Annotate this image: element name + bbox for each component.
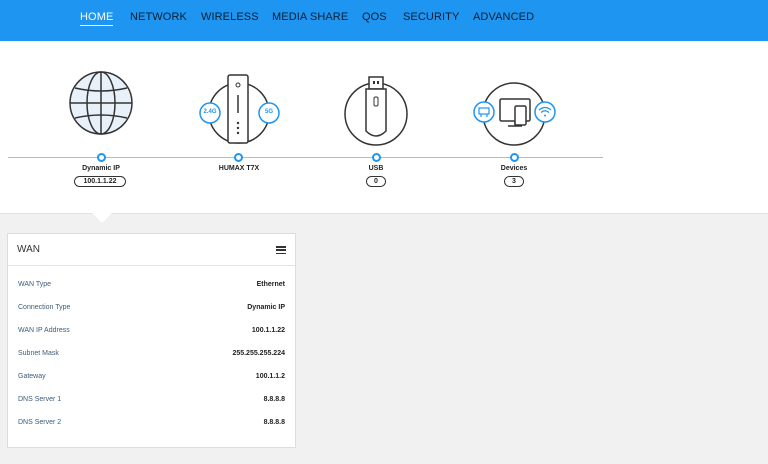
- devices-count-badge: 3: [504, 176, 524, 187]
- nav-qos[interactable]: QOS: [362, 11, 387, 23]
- wan-ip-badge: 100.1.1.22: [74, 176, 126, 187]
- nav-wireless[interactable]: WIRELESS: [201, 11, 259, 23]
- internet-node-dot: [97, 153, 106, 162]
- wan-panel-title: WAN: [17, 244, 40, 255]
- nav-home[interactable]: HOME: [80, 11, 114, 26]
- nav-security[interactable]: SECURITY: [403, 11, 459, 23]
- globe-icon[interactable]: [68, 70, 134, 136]
- nav-advanced[interactable]: ADVANCED: [473, 11, 534, 23]
- dns-server-2-value: 8.8.8.8: [263, 419, 285, 426]
- devices-label: Devices: [500, 165, 528, 172]
- nav-media-share[interactable]: MEDIA SHARE: [272, 11, 348, 23]
- wan-type-value: Ethernet: [256, 281, 285, 288]
- wan-panel: WAN WAN Type Ethernet Connection Type Dy…: [7, 233, 296, 448]
- usb-node-dot: [372, 153, 381, 162]
- usb-label: USB: [368, 165, 384, 172]
- usb-drive-icon[interactable]: [344, 75, 408, 147]
- dns-server-2-label: DNS Server 2: [18, 419, 62, 426]
- dns-server-1-label: DNS Server 1: [18, 396, 62, 403]
- usb-count-badge: 0: [366, 176, 386, 187]
- devices-node-dot: [510, 153, 519, 162]
- wan-type-label: WAN Type: [18, 281, 52, 288]
- wan-panel-header: WAN: [8, 234, 295, 266]
- wan-ip-label: WAN IP Address: [18, 327, 70, 334]
- panel-pointer: [92, 213, 112, 223]
- subnet-mask-value: 255.255.255.224: [232, 350, 285, 357]
- nav-network[interactable]: NETWORK: [130, 11, 187, 23]
- router-label: HUMAX T7X: [218, 165, 260, 172]
- gateway-label: Gateway: [18, 373, 46, 380]
- router-node-dot: [234, 153, 243, 162]
- devices-icon[interactable]: [470, 77, 560, 147]
- subnet-mask-label: Subnet Mask: [18, 350, 59, 357]
- wan-ip-value: 100.1.1.22: [251, 327, 285, 334]
- top-nav: HOME NETWORK WIRELESS MEDIA SHARE QOS SE…: [0, 0, 768, 41]
- connection-type-value: Dynamic IP: [247, 304, 285, 311]
- hamburger-menu-icon[interactable]: [276, 246, 286, 255]
- dns-server-1-value: 8.8.8.8: [263, 396, 285, 403]
- internet-label: Dynamic IP: [82, 165, 120, 172]
- gateway-value: 100.1.1.2: [255, 373, 285, 380]
- band-24g-badge: 2.4G: [203, 109, 217, 115]
- band-5g-badge: 5G: [264, 109, 273, 115]
- connection-type-label: Connection Type: [18, 304, 71, 311]
